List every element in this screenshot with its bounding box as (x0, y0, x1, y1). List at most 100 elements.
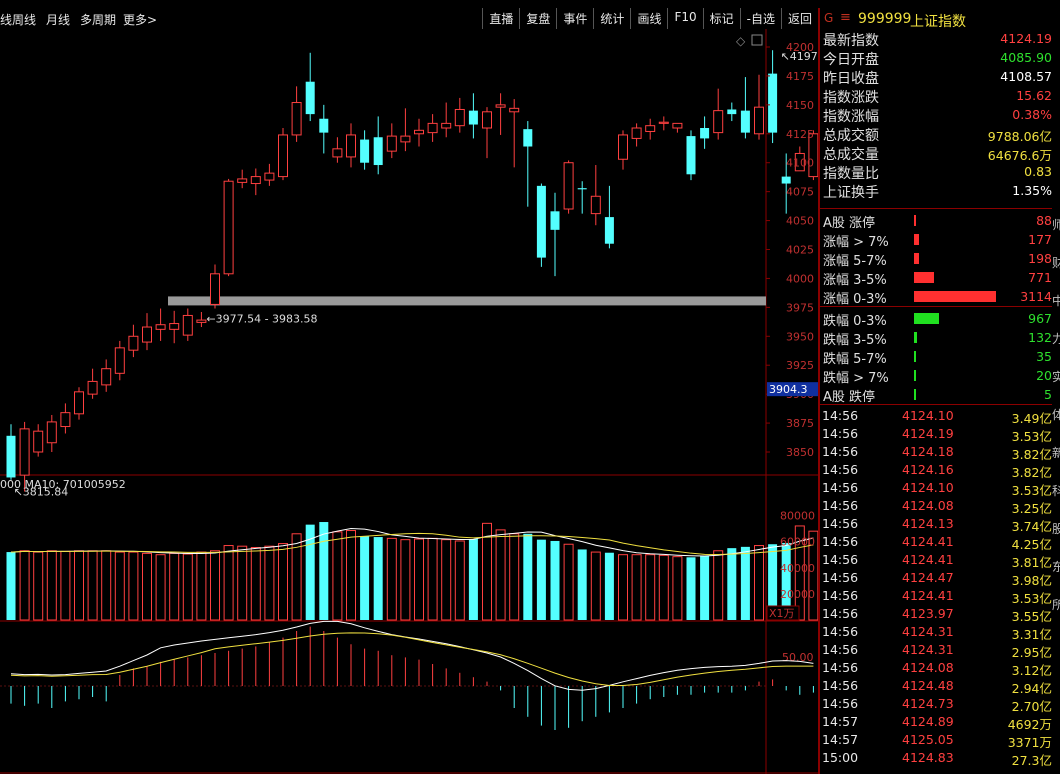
breadth-value: 35 (1036, 349, 1052, 364)
events-button[interactable]: 事件 (556, 8, 593, 29)
f10-button[interactable]: F10 (667, 8, 702, 29)
volume-bar (700, 555, 710, 620)
candle (128, 324, 139, 358)
breadth-row: 涨幅 > 7% 177 (820, 230, 1052, 250)
edge-char: 股 (1052, 522, 1060, 536)
mark-button[interactable]: 标记 (702, 8, 740, 29)
candle-body (128, 335, 139, 351)
quote-value: 4085.90 (1000, 50, 1052, 65)
volume-bar (727, 548, 737, 620)
candle (577, 181, 587, 214)
volume-bar (278, 543, 288, 621)
quote-value: 9788.06亿 (987, 129, 1052, 144)
volume-bar (223, 545, 234, 621)
breadth-row: 跌幅 > 7% 20 (820, 366, 1052, 386)
breadth-bar (914, 253, 919, 264)
tick-row: 14:56 4124.10 3.49亿 (820, 407, 1052, 426)
tab-multi-period[interactable]: 多周期 (80, 11, 116, 28)
top-menu-strip (0, 0, 1060, 8)
square-icon[interactable] (751, 34, 763, 46)
back-button[interactable]: 返回 (780, 8, 818, 29)
volume-bar (60, 550, 71, 621)
tick-price: 4124.41 (902, 588, 954, 603)
tab-monthly[interactable]: 月线 (46, 11, 70, 28)
volume-bar (332, 531, 343, 621)
gap-fill-band (168, 296, 766, 306)
tool-buttons: 直播 复盘 事件 统计 画线 F10 标记 -自选 返回 (482, 8, 818, 29)
tick-row: 14:56 4124.41 4.25亿 (820, 533, 1052, 552)
candle-body (360, 139, 370, 163)
volume-bar (196, 551, 207, 621)
quote-row: 指数量比 0.83 (820, 163, 1052, 182)
volume-bar (87, 550, 98, 621)
tick-row: 14:56 4124.13 3.74亿 (820, 515, 1052, 534)
breadth-value: 967 (1028, 311, 1052, 326)
index-name: 上证指数 (910, 14, 966, 30)
breadth-bar (914, 351, 916, 362)
volume-bar (360, 536, 370, 620)
volume-bar (536, 539, 546, 620)
volume-bar (19, 550, 30, 621)
tab-weekly[interactable]: 周线 (12, 11, 36, 28)
candle (672, 122, 683, 133)
chart-controls: ◇ (736, 34, 763, 48)
tick-row: 14:56 4124.31 2.95亿 (820, 641, 1052, 660)
candle-body (169, 323, 180, 330)
tick-price: 4124.41 (902, 534, 954, 549)
candle-body (577, 188, 587, 190)
chart-area[interactable]: 4200417541504125410040754050402540003975… (0, 29, 818, 774)
remove-watchlist-button[interactable]: -自选 (739, 8, 781, 29)
volume-bar (427, 537, 438, 621)
tick-price: 4124.31 (902, 642, 954, 657)
quote-row: 上证换手 1.35% (820, 182, 1052, 201)
menu-icon[interactable]: ≡ (840, 10, 851, 25)
volume-bar (237, 545, 248, 621)
diamond-icon[interactable]: ◇ (736, 34, 746, 48)
candle-body (278, 134, 288, 178)
tick-price: 4124.18 (902, 444, 954, 459)
tick-row: 14:56 4124.31 3.31亿 (820, 623, 1052, 642)
candle-body (700, 128, 710, 139)
right-edge-panel: 师财中力实体新科股东所 (1052, 8, 1060, 774)
candle (754, 74, 764, 140)
volume-bar (563, 543, 574, 621)
indicator-line-slow (10, 632, 814, 687)
candle (305, 52, 315, 122)
stats-button[interactable]: 统计 (593, 8, 630, 29)
draw-line-button[interactable]: 画线 (630, 8, 667, 29)
quote-row: 指数涨幅 0.38% (820, 106, 1052, 125)
breadth-label: 跌幅 > 7% (823, 371, 889, 386)
candle-body (182, 314, 193, 336)
volume-bar (373, 537, 383, 620)
edge-char: 财 (1052, 256, 1060, 270)
quote-value: 15.62 (1016, 88, 1052, 103)
candle (468, 93, 478, 139)
edge-char: 中 (1052, 294, 1060, 308)
volume-bar (101, 550, 112, 621)
tab-more[interactable]: 更多> (123, 11, 157, 28)
candle-body (740, 110, 750, 133)
volume-bar (618, 554, 628, 621)
candle-body (210, 273, 220, 305)
tick-row: 14:57 4125.05 3371万 (820, 731, 1052, 750)
tick-price: 4124.10 (902, 480, 954, 495)
candle (604, 185, 614, 249)
replay-button[interactable]: 复盘 (519, 8, 556, 29)
volume-bar (128, 551, 139, 621)
candle-body (658, 121, 669, 124)
candle-body (727, 109, 737, 115)
volume-bar (686, 557, 696, 620)
price-tick-label: 3950 (786, 330, 814, 343)
volume-bar (386, 537, 397, 621)
tab-daily[interactable]: 线 (0, 11, 12, 28)
candle-body (414, 129, 424, 135)
price-tick-label: 4175 (786, 70, 814, 83)
live-button[interactable]: 直播 (482, 8, 519, 29)
volume-bar (754, 545, 764, 621)
tick-row: 14:56 4124.73 2.70亿 (820, 695, 1052, 714)
price-tick-label: 4075 (786, 186, 814, 199)
breadth-label: 涨幅 0-3% (823, 292, 887, 307)
candle-body (631, 127, 642, 139)
tick-time: 14:56 (822, 588, 859, 603)
candle (740, 77, 750, 139)
